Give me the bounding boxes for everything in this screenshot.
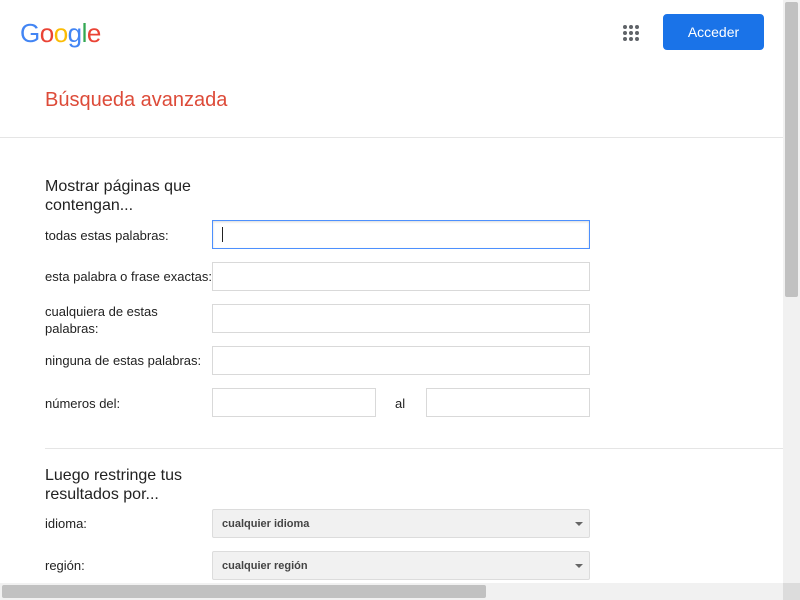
logo-letter-g2: g [67,18,82,48]
numbers-to-label: al [395,396,406,411]
none-words-label: ninguna de estas palabras: [45,353,202,368]
section-heading-narrow-results: Luego restringe tus resultados por... [45,467,182,503]
any-words-label: cualquiera de estas palabras: [45,304,158,336]
horizontal-scrollbar[interactable] [0,583,783,600]
page-title: Búsqueda avanzada [45,89,228,111]
all-words-input[interactable] [212,220,590,249]
logo-letter-o1: o [39,18,54,48]
horizontal-scrollbar-thumb[interactable] [2,585,486,598]
logo-letter-g: G [20,18,40,48]
dropdown-arrow-icon [575,522,583,526]
google-logo[interactable]: Google [20,18,101,49]
section-heading-show-pages: Mostrar páginas que contengan... [45,178,191,214]
exact-phrase-label: esta palabra o frase exactas: [45,269,212,284]
vertical-scrollbar[interactable] [783,0,800,600]
header-divider [0,137,783,138]
text-caret [222,227,223,242]
numbers-to-input[interactable] [426,388,590,417]
region-label: región: [45,558,85,573]
language-select[interactable]: cualquier idioma [212,509,590,538]
scrollbar-corner [783,583,800,600]
logo-letter-e: e [86,18,101,48]
dropdown-arrow-icon [575,564,583,568]
signin-button[interactable]: Acceder [663,14,764,50]
apps-grid-icon[interactable] [622,24,640,42]
region-select-value: cualquier región [222,560,308,572]
numbers-from-label: números del: [45,396,121,411]
section-divider [45,448,783,449]
logo-letter-o2: o [53,18,68,48]
any-words-input[interactable] [212,304,590,333]
language-label: idioma: [45,516,87,531]
region-select[interactable]: cualquier región [212,551,590,580]
none-words-input[interactable] [212,346,590,375]
vertical-scrollbar-thumb[interactable] [785,2,798,297]
numbers-from-input[interactable] [212,388,376,417]
language-select-value: cualquier idioma [222,518,310,530]
all-words-label: todas estas palabras: [45,228,169,243]
exact-phrase-input[interactable] [212,262,590,291]
